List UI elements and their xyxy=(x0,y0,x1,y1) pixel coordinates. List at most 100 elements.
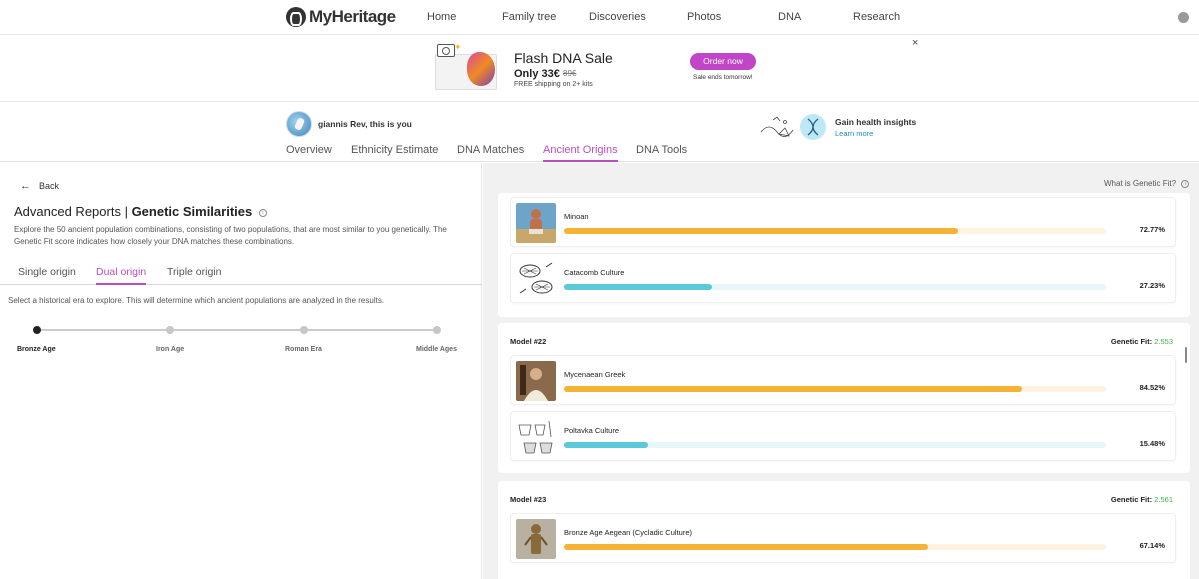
order-now-button[interactable]: Order now xyxy=(690,53,756,70)
population-row[interactable]: Catacomb Culture 27.23% xyxy=(510,253,1176,303)
report-description: Explore the 50 ancient population combin… xyxy=(14,225,447,246)
genetic-fit-label: Genetic Fit: xyxy=(1110,337,1155,346)
genetic-fit-help-label: What is Genetic Fit? xyxy=(1104,179,1177,188)
population-name: Minoan xyxy=(564,212,589,221)
tab-ethnicity-estimate[interactable]: Ethnicity Estimate xyxy=(351,144,438,162)
model-card: Model #22 Genetic Fit: 2.553 Mycenaean G… xyxy=(498,323,1190,473)
title-prefix: Advanced Reports | xyxy=(14,204,132,219)
era-dot-middle-ages[interactable] xyxy=(433,326,441,334)
sale-title: Flash DNA Sale xyxy=(514,50,613,66)
minoan-image xyxy=(516,203,556,243)
nav-home[interactable]: Home xyxy=(427,11,456,23)
percent-bar-fill xyxy=(564,442,648,448)
model-card: Minoan 72.77% Catacomb Culture 27.23% xyxy=(498,193,1190,317)
info-icon: i xyxy=(1181,179,1190,188)
logo-text: MyHeritage xyxy=(309,7,396,26)
dna-kit-image: ✦ xyxy=(435,42,497,90)
population-percent: 84.52% xyxy=(1139,383,1165,392)
genetic-fit-score: Genetic Fit: 2.553 xyxy=(1111,337,1173,346)
percent-bar xyxy=(564,544,1106,550)
bronze-age-aegean-image xyxy=(516,519,556,559)
info-icon[interactable]: i xyxy=(258,208,267,217)
population-row[interactable]: Mycenaean Greek 84.52% xyxy=(510,355,1176,405)
era-dot-iron-age[interactable] xyxy=(166,326,174,334)
population-row[interactable]: Poltavka Culture 15.48% xyxy=(510,411,1176,461)
era-label-roman-era[interactable]: Roman Era xyxy=(285,346,322,353)
population-name: Poltavka Culture xyxy=(564,426,620,435)
nav-photos[interactable]: Photos xyxy=(687,11,721,23)
tab-single-origin[interactable]: Single origin xyxy=(18,266,76,285)
model-label: Model #22 xyxy=(510,337,547,346)
era-dot-roman-era[interactable] xyxy=(300,326,308,334)
percent-bar xyxy=(564,284,1106,290)
nav-discoveries[interactable]: Discoveries xyxy=(589,11,646,23)
population-name: Bronze Age Aegean (Cycladic Culture) xyxy=(564,528,692,537)
population-percent: 72.77% xyxy=(1139,225,1165,234)
model-label: Model #23 xyxy=(510,495,547,504)
page-title: Advanced Reports | Genetic Similarities … xyxy=(14,204,267,219)
model-card: Model #23 Genetic Fit: 2.561 Bronze Age … xyxy=(498,481,1190,579)
sale-price: Only 33€ xyxy=(514,68,560,80)
profile-name: giannis Rev, this is you xyxy=(318,119,412,129)
percent-bar-fill xyxy=(564,386,1023,392)
health-illustration-icon xyxy=(760,114,826,140)
avatar[interactable] xyxy=(286,111,312,137)
percent-bar-fill xyxy=(564,544,928,550)
era-timeline xyxy=(37,329,437,331)
era-description: Select a historical era to explore. This… xyxy=(8,296,385,305)
nav-dna[interactable]: DNA xyxy=(778,11,801,23)
sparkle-icon: ✦ xyxy=(454,42,462,52)
percent-bar-fill xyxy=(564,284,712,290)
top-nav: MyHeritage Home Family tree Discoveries … xyxy=(0,0,1199,35)
logo[interactable]: MyHeritage xyxy=(286,7,396,27)
sale-banner: ✦ Flash DNA Sale Only 33€ 89€ FREE shipp… xyxy=(0,36,1199,102)
results-panel[interactable]: What is Genetic Fit? i Minoan 72.77% Cat… xyxy=(483,163,1199,579)
tab-triple-origin[interactable]: Triple origin xyxy=(167,266,221,285)
camera-icon xyxy=(437,44,455,57)
sale-shipping: FREE shipping on 2+ kits xyxy=(514,81,593,88)
genetic-fit-value: 2.561 xyxy=(1154,495,1173,504)
sale-ends-text: Sale ends tomorrow! xyxy=(693,74,753,81)
logo-icon xyxy=(286,7,306,27)
tab-ancient-origins[interactable]: Ancient Origins xyxy=(543,144,618,162)
arrow-left-icon: ← xyxy=(20,180,31,192)
era-dot-bronze-age[interactable] xyxy=(33,326,41,334)
percent-bar xyxy=(564,228,1106,234)
left-panel: ← Back Advanced Reports | Genetic Simila… xyxy=(0,163,482,579)
population-row[interactable]: Minoan 72.77% xyxy=(510,197,1176,247)
nav-research[interactable]: Research xyxy=(853,11,900,23)
population-percent: 27.23% xyxy=(1139,281,1165,290)
sale-old-price: 89€ xyxy=(563,69,577,78)
close-icon[interactable]: × xyxy=(912,37,918,49)
genetic-fit-help-link[interactable]: What is Genetic Fit? i xyxy=(1104,179,1190,188)
genetic-fit-score: Genetic Fit: 2.561 xyxy=(1111,495,1173,504)
tab-dna-tools[interactable]: DNA Tools xyxy=(636,144,687,162)
era-label-middle-ages[interactable]: Middle Ages xyxy=(416,346,457,353)
percent-bar-fill xyxy=(564,228,959,234)
scrollbar-thumb[interactable] xyxy=(1185,347,1187,363)
genetic-fit-label: Genetic Fit: xyxy=(1110,495,1155,504)
origin-tabs: Single origin Dual origin Triple origin xyxy=(0,260,482,285)
genetic-fit-value: 2.553 xyxy=(1154,337,1173,346)
language-globe-icon[interactable] xyxy=(1178,12,1189,23)
population-row[interactable]: Bronze Age Aegean (Cycladic Culture) 67.… xyxy=(510,513,1176,563)
tab-overview[interactable]: Overview xyxy=(286,144,332,162)
era-label-bronze-age[interactable]: Bronze Age xyxy=(17,346,56,353)
back-button[interactable]: ← Back xyxy=(20,180,59,192)
mycenaean-greek-image xyxy=(516,361,556,401)
era-label-iron-age[interactable]: Iron Age xyxy=(156,346,184,353)
nav-family-tree[interactable]: Family tree xyxy=(502,11,556,23)
population-percent: 67.14% xyxy=(1139,541,1165,550)
back-label: Back xyxy=(39,181,60,191)
title-bold: Genetic Similarities xyxy=(131,204,253,219)
tab-dual-origin[interactable]: Dual origin xyxy=(96,266,147,285)
dna-tabs: Overview Ethnicity Estimate DNA Matches … xyxy=(0,143,1199,162)
catacomb-culture-image xyxy=(516,259,556,299)
percent-bar xyxy=(564,386,1106,392)
population-name: Mycenaean Greek xyxy=(564,370,626,379)
tab-dna-matches[interactable]: DNA Matches xyxy=(457,144,524,162)
poltavka-culture-image xyxy=(516,417,556,457)
health-learn-more-link[interactable]: Learn more xyxy=(835,129,873,138)
percent-bar xyxy=(564,442,1106,448)
health-title: Gain health insights xyxy=(835,117,917,127)
